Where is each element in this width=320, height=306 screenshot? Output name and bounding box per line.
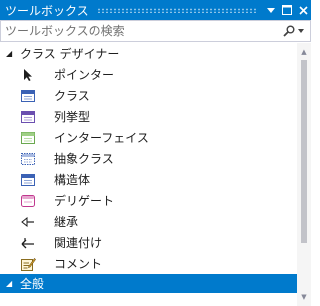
toolbox-title-bar: ツールボックス — [0, 0, 311, 20]
association-icon — [20, 235, 36, 251]
item-label: デリゲート — [54, 194, 115, 208]
toolbox-item-abstract-class[interactable]: 抽象クラス — [0, 148, 297, 169]
class-icon — [20, 88, 36, 104]
toolbox-item-inheritance[interactable]: 継承 — [0, 211, 297, 232]
search-icon — [282, 25, 294, 37]
item-label: クラス — [54, 89, 90, 103]
maximize-icon — [282, 5, 292, 15]
toolbox-search-box — [0, 20, 311, 42]
toolbox-item-class[interactable]: クラス — [0, 85, 297, 106]
item-label: 構造体 — [54, 173, 91, 187]
item-label: コメント — [54, 257, 103, 271]
item-label: 抽象クラス — [54, 152, 114, 166]
window-position-dropdown-button[interactable] — [263, 0, 279, 20]
item-label: 継承 — [54, 215, 79, 229]
group-label: 全般 — [20, 277, 45, 291]
toolbox-item-struct[interactable]: 構造体 — [0, 169, 297, 190]
pointer-icon — [20, 67, 36, 83]
group-header-class-designer[interactable]: ◢ クラス デザイナー — [0, 43, 297, 64]
item-label: 関連付け — [54, 236, 103, 250]
auto-hide-button[interactable] — [279, 0, 295, 20]
title-bar-grip[interactable] — [96, 7, 257, 13]
toolbox-item-association[interactable]: 関連付け — [0, 232, 297, 253]
toolbox-item-interface[interactable]: インターフェイス — [0, 127, 297, 148]
enum-icon — [20, 109, 36, 125]
search-options-button[interactable] — [276, 25, 310, 37]
delegate-icon — [20, 193, 36, 209]
scroll-up-arrow-icon[interactable]: ▲ — [297, 45, 311, 59]
search-input[interactable] — [1, 22, 276, 40]
scrollbar-thumb[interactable] — [301, 60, 307, 243]
expanded-triangle-icon: ◢ — [6, 279, 13, 288]
toolbox-item-delegate[interactable]: デリゲート — [0, 190, 297, 211]
group-header-general[interactable]: ◢ 全般 — [0, 274, 297, 293]
comment-icon — [20, 256, 36, 272]
item-label: インターフェイス — [54, 131, 149, 145]
abstract-class-icon — [20, 151, 36, 167]
toolbox-item-pointer[interactable]: ポインター — [0, 64, 297, 85]
close-button[interactable] — [295, 0, 311, 20]
window-title: ツールボックス — [5, 3, 89, 18]
inheritance-icon — [20, 214, 36, 230]
struct-icon — [20, 172, 36, 188]
toolbox-item-enum[interactable]: 列挙型 — [0, 106, 297, 127]
vertical-scrollbar[interactable]: ▲ ▼ — [297, 43, 311, 306]
item-label: ポインター — [54, 68, 115, 82]
scroll-down-arrow-icon[interactable]: ▼ — [297, 290, 311, 304]
item-label: 列挙型 — [54, 110, 91, 124]
toolbox-item-comment[interactable]: コメント — [0, 253, 297, 274]
toolbox-tree: ◢ クラス デザイナー ポインター クラス 列挙型 インターフェイス 抽象クラス — [0, 43, 297, 295]
close-icon — [298, 5, 308, 15]
group-label: クラス デザイナー — [20, 47, 120, 61]
chevron-down-icon — [297, 29, 304, 33]
chevron-down-icon — [267, 7, 275, 13]
expanded-triangle-icon: ◢ — [6, 49, 13, 58]
interface-icon — [20, 130, 36, 146]
